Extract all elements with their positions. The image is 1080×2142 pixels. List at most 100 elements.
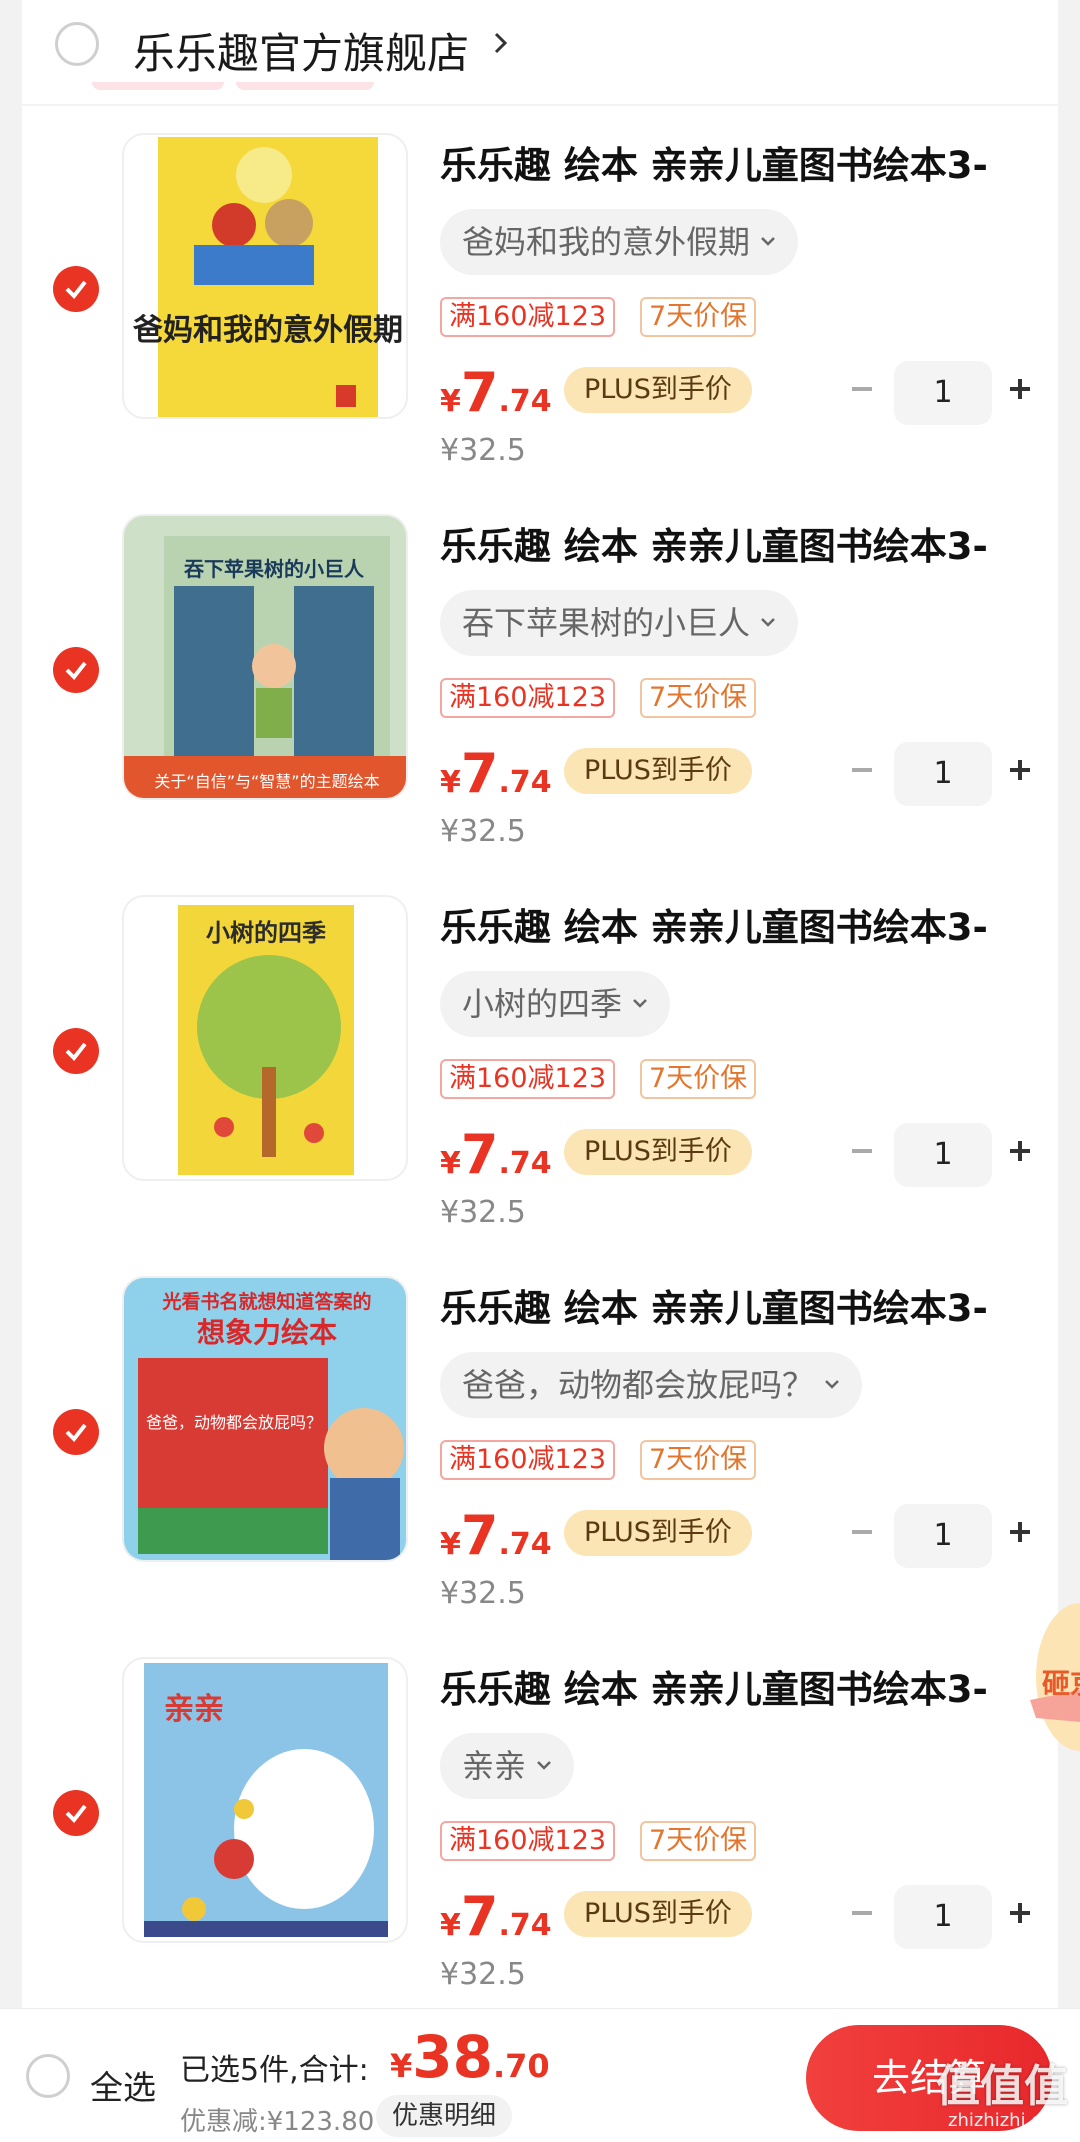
chevron-down-icon bbox=[537, 1761, 551, 1770]
discount-detail-button[interactable]: 优惠明细 bbox=[376, 2095, 513, 2137]
cover-title: 亲亲 bbox=[164, 1692, 224, 1727]
price-protect-tag: 7天价保 bbox=[640, 297, 757, 337]
cart-card: 乐乐趣官方旗舰店 爸妈和我的意外假期 乐乐趣 绘本 亲亲儿童图书绘本3- 爸妈和… bbox=[22, 0, 1058, 2010]
shop-select-checkbox[interactable] bbox=[55, 22, 99, 66]
chevron-right-icon[interactable] bbox=[490, 28, 512, 58]
product-image[interactable]: 亲亲 bbox=[122, 1657, 408, 1943]
checkmark-icon bbox=[65, 661, 87, 681]
chevron-down-icon bbox=[633, 999, 647, 1008]
minus-icon[interactable] bbox=[844, 752, 880, 788]
plus-price-badge: PLUS到手价 bbox=[564, 1510, 752, 1556]
original-price: ¥32.5 bbox=[440, 814, 526, 849]
site-watermark-url: zhizhizhi.com bbox=[948, 2110, 1070, 2131]
plus-icon[interactable] bbox=[1002, 371, 1038, 407]
variant-selector[interactable]: 亲亲 bbox=[440, 1733, 575, 1799]
original-price: ¥32.5 bbox=[440, 1195, 526, 1230]
checkmark-icon bbox=[65, 280, 87, 300]
cover-heading: 想象力绘本 bbox=[197, 1316, 337, 1349]
price: ¥7.74 bbox=[440, 361, 552, 424]
checkmark-icon bbox=[65, 1042, 87, 1062]
plus-price-badge: PLUS到手价 bbox=[564, 1891, 752, 1937]
price-protect-tag: 7天价保 bbox=[640, 1059, 757, 1099]
select-all-label[interactable]: 全选 bbox=[90, 2061, 156, 2109]
promo-tag: 满160减123 bbox=[440, 1059, 616, 1099]
variant-selector[interactable]: 吞下苹果树的小巨人 bbox=[440, 590, 799, 656]
chevron-down-icon bbox=[761, 618, 775, 627]
original-price: ¥32.5 bbox=[440, 1957, 526, 1992]
product-image[interactable]: 小树的四季 bbox=[122, 895, 408, 1181]
variant-selector[interactable]: 小树的四季 bbox=[440, 971, 671, 1037]
plus-price-badge: PLUS到手价 bbox=[564, 367, 752, 413]
price-protect-tag: 7天价保 bbox=[640, 1821, 757, 1861]
item-select-checkbox[interactable] bbox=[53, 647, 99, 693]
checkout-bar: 全选 已选5件,合计: ¥38.70 优惠减:¥123.80 优惠明细 去结算 bbox=[0, 2008, 1080, 2142]
variant-selector[interactable]: 爸爸，动物都会放屁吗？ bbox=[440, 1352, 863, 1418]
quantity-input[interactable]: 1 bbox=[894, 361, 992, 425]
product-title[interactable]: 乐乐趣 绘本 亲亲儿童图书绘本3- bbox=[440, 1278, 1040, 1332]
site-watermark: 值值值 bbox=[936, 2061, 1068, 2112]
plus-icon[interactable] bbox=[1002, 1133, 1038, 1169]
item-select-checkbox[interactable] bbox=[53, 1409, 99, 1455]
cart-item: 小树的四季 乐乐趣 绘本 亲亲儿童图书绘本3- 小树的四季 满160减123 7… bbox=[22, 895, 1058, 1276]
plus-price-badge: PLUS到手价 bbox=[564, 1129, 752, 1175]
product-title[interactable]: 乐乐趣 绘本 亲亲儿童图书绘本3- bbox=[440, 1659, 1040, 1713]
product-title[interactable]: 乐乐趣 绘本 亲亲儿童图书绘本3- bbox=[440, 135, 1040, 189]
quantity-input[interactable]: 1 bbox=[894, 1885, 992, 1949]
variant-label: 爸妈和我的意外假期 bbox=[462, 223, 751, 261]
cover-title: 吞下苹果树的小巨人 bbox=[184, 557, 365, 581]
plus-icon[interactable] bbox=[1002, 1895, 1038, 1931]
divider bbox=[22, 104, 1058, 106]
original-price: ¥32.5 bbox=[440, 1576, 526, 1611]
plus-icon[interactable] bbox=[1002, 1514, 1038, 1550]
chevron-down-icon bbox=[761, 237, 775, 246]
discount-amount: 优惠减:¥123.80 bbox=[180, 2107, 375, 2137]
cover-title: 爸爸，动物都会放屁吗？ bbox=[146, 1413, 322, 1432]
cart-item: 光看书名就想知道答案的 想象力绘本 爸爸，动物都会放屁吗？ 乐乐趣 绘本 亲亲儿… bbox=[22, 1276, 1058, 1657]
product-image[interactable]: 光看书名就想知道答案的 想象力绘本 爸爸，动物都会放屁吗？ bbox=[122, 1276, 408, 1562]
quantity-input[interactable]: 1 bbox=[894, 1504, 992, 1568]
item-select-checkbox[interactable] bbox=[53, 1028, 99, 1074]
promo-tab-indicator bbox=[92, 82, 224, 90]
price: ¥7.74 bbox=[440, 1504, 552, 1567]
original-price: ¥32.5 bbox=[440, 433, 526, 468]
quantity-input[interactable]: 1 bbox=[894, 742, 992, 806]
checkmark-icon bbox=[65, 1804, 87, 1824]
product-image[interactable]: 爸妈和我的意外假期 bbox=[122, 133, 408, 419]
variant-label: 亲亲 bbox=[462, 1747, 527, 1785]
select-all-checkbox[interactable] bbox=[26, 2054, 70, 2098]
minus-icon[interactable] bbox=[844, 1133, 880, 1169]
minus-icon[interactable] bbox=[844, 1514, 880, 1550]
minus-icon[interactable] bbox=[844, 1895, 880, 1931]
product-title[interactable]: 乐乐趣 绘本 亲亲儿童图书绘本3- bbox=[440, 516, 1040, 570]
cover-banner: 光看书名就想知道答案的 bbox=[161, 1290, 371, 1313]
cart-item: 亲亲 乐乐趣 绘本 亲亲儿童图书绘本3- 亲亲 满160减123 7天价保 ¥7… bbox=[22, 1657, 1058, 2038]
promo-tag: 满160减123 bbox=[440, 297, 616, 337]
price: ¥7.74 bbox=[440, 742, 552, 805]
minus-icon[interactable] bbox=[844, 371, 880, 407]
quantity-input[interactable]: 1 bbox=[894, 1123, 992, 1187]
cover-title: 小树的四季 bbox=[206, 919, 326, 947]
item-select-checkbox[interactable] bbox=[53, 266, 99, 312]
promo-tab-indicator bbox=[236, 82, 374, 90]
price-protect-tag: 7天价保 bbox=[640, 1440, 757, 1480]
price-protect-tag: 7天价保 bbox=[640, 678, 757, 718]
shop-name-link[interactable]: 乐乐趣官方旗舰店 bbox=[133, 20, 469, 81]
item-select-checkbox[interactable] bbox=[53, 1790, 99, 1836]
price: ¥7.74 bbox=[440, 1885, 552, 1948]
floating-promo-label: 砸京 bbox=[1042, 1667, 1080, 1700]
plus-icon[interactable] bbox=[1002, 752, 1038, 788]
variant-label: 爸爸，动物都会放屁吗？ bbox=[462, 1366, 815, 1404]
plus-price-badge: PLUS到手价 bbox=[564, 748, 752, 794]
total-price: ¥38.70 bbox=[390, 2023, 550, 2091]
cover-title: 爸妈和我的意外假期 bbox=[132, 313, 403, 348]
product-title[interactable]: 乐乐趣 绘本 亲亲儿童图书绘本3- bbox=[440, 897, 1040, 951]
variant-selector[interactable]: 爸妈和我的意外假期 bbox=[440, 209, 799, 275]
cover-caption: 关于“自信”与“智慧”的主题绘本 bbox=[154, 772, 379, 791]
promo-tag: 满160减123 bbox=[440, 1440, 616, 1480]
shop-header: 乐乐趣官方旗舰店 bbox=[22, 0, 1058, 100]
product-image[interactable]: 吞下苹果树的小巨人 关于“自信”与“智慧”的主题绘本 bbox=[122, 514, 408, 800]
selected-count: 已选5件,合计: bbox=[180, 2053, 369, 2088]
variant-label: 吞下苹果树的小巨人 bbox=[462, 604, 751, 642]
price: ¥7.74 bbox=[440, 1123, 552, 1186]
promo-tag: 满160减123 bbox=[440, 678, 616, 718]
